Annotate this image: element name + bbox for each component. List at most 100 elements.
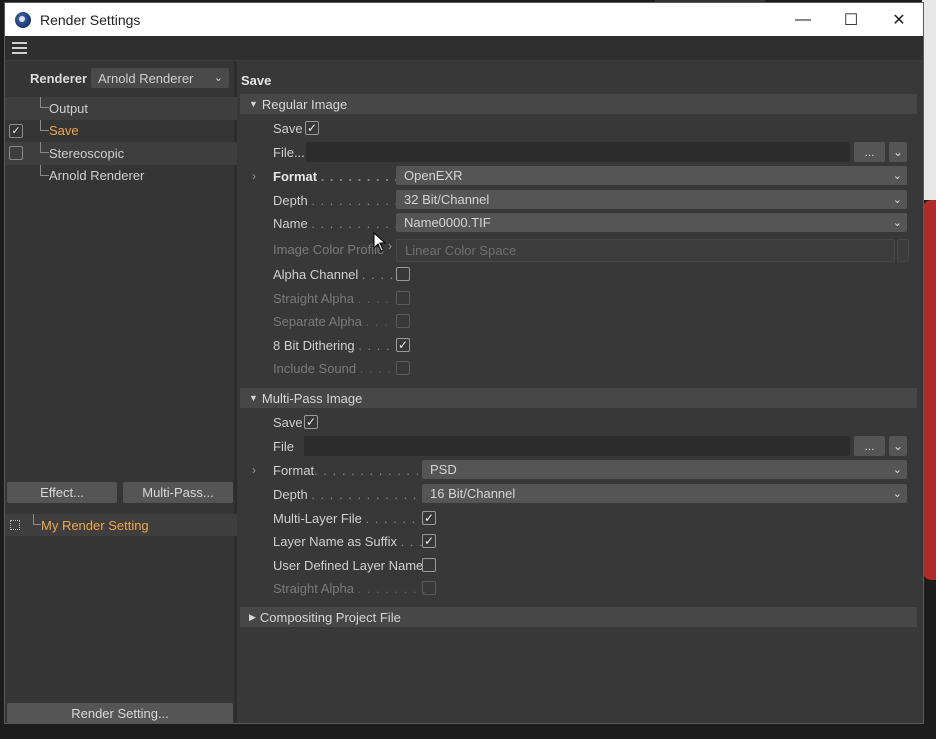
renderer-select[interactable]: Arnold Renderer ⌄ <box>91 68 229 88</box>
regular-depth-select[interactable]: 32 Bit/Channel ⌄ <box>396 190 907 209</box>
regular-alpha-checkbox[interactable] <box>396 267 410 281</box>
tree-item-label: Save <box>49 123 79 139</box>
regular-separate-alpha-checkbox <box>396 314 410 328</box>
multipass-user-defined-label: User Defined Layer Name <box>273 558 424 573</box>
render-setting-button[interactable]: Render Setting... <box>7 703 233 724</box>
regular-name-label: Name . . . . . . . . . . <box>273 216 399 231</box>
group-header-compositing-project-file[interactable]: ▶ Compositing Project File <box>240 607 917 627</box>
tree-checkbox-stereoscopic[interactable] <box>9 146 23 161</box>
regular-dithering-label: 8 Bit Dithering . . . . <box>273 338 391 353</box>
tree-checkbox-save[interactable]: ✓ <box>9 123 23 138</box>
settings-sidebar: Renderer Arnold Renderer ⌄ Output ✓ Save <box>5 61 237 724</box>
multipass-format-value: PSD <box>430 462 457 477</box>
window-title: Render Settings <box>40 11 141 28</box>
multipass-straight-alpha-label: Straight Alpha . . . . . . . . <box>273 581 427 596</box>
tree-connector <box>40 142 49 153</box>
render-setting-item[interactable]: My Render Setting <box>5 514 237 536</box>
multipass-format-select[interactable]: PSD ⌄ <box>422 460 907 479</box>
chevron-down-icon: ⌄ <box>892 488 902 500</box>
tree-connector <box>40 119 49 131</box>
chevron-down-icon: ⌄ <box>892 464 902 476</box>
mouse-cursor-icon <box>373 232 387 252</box>
render-setting-icon <box>10 520 20 530</box>
regular-name-value: Name0000.TIF <box>404 215 491 230</box>
chevron-down-icon: ⌄ <box>892 170 902 182</box>
regular-file-input[interactable] <box>306 142 850 162</box>
multipass-button[interactable]: Multi-Pass... <box>123 482 233 503</box>
settings-tree: Output ✓ Save Stereoscopic Arnold Render… <box>5 97 237 187</box>
multipass-file-options-button[interactable]: ⌄ <box>889 436 907 456</box>
hamburger-menu-icon[interactable] <box>12 42 27 54</box>
multipass-file-input[interactable] <box>304 436 850 456</box>
collapse-triangle-icon: ▼ <box>249 393 258 403</box>
renderer-select-value: Arnold Renderer <box>98 70 194 86</box>
regular-color-profile-label: Image Color Profile <box>273 242 385 257</box>
minimize-button[interactable]: — <box>779 3 827 36</box>
multipass-save-checkbox[interactable]: ✓ <box>304 415 318 429</box>
chevron-right-icon[interactable]: › <box>252 463 256 477</box>
multipass-file-browse-button[interactable]: ... <box>854 436 885 456</box>
regular-color-profile-value: Linear Color Space <box>405 243 517 258</box>
render-setting-name: My Render Setting <box>41 517 149 533</box>
renderer-row: Renderer Arnold Renderer ⌄ <box>5 68 237 88</box>
regular-straight-alpha-label: Straight Alpha . . . . <box>273 291 390 306</box>
maximize-button[interactable]: ☐ <box>827 3 875 36</box>
tree-connector <box>40 97 49 108</box>
regular-format-label: Format . . . . . . . . . <box>273 169 400 184</box>
settings-panel: Save ▼ Regular Image Save ✓ File... ... … <box>237 61 923 723</box>
tree-item-label: Output <box>49 100 89 116</box>
background-window-edge <box>922 0 936 200</box>
chevron-down-icon: ⌄ <box>892 439 904 453</box>
tree-item-label: Arnold Renderer <box>49 168 145 184</box>
menu-bar <box>5 36 923 60</box>
multipass-multilayer-checkbox[interactable]: ✓ <box>422 511 436 525</box>
effect-button[interactable]: Effect... <box>7 482 117 503</box>
multipass-file-label: File <box>273 439 294 454</box>
multipass-depth-select[interactable]: 16 Bit/Channel ⌄ <box>422 484 907 503</box>
regular-separate-alpha-label: Separate Alpha . . . <box>273 314 389 329</box>
multipass-format-label: Format. . . . . . . . . . . . . . <box>273 463 439 478</box>
chevron-down-icon: ⌄ <box>892 217 902 229</box>
tree-connector <box>33 514 41 525</box>
regular-file-options-button[interactable]: ⌄ <box>889 142 907 162</box>
tree-item-save[interactable]: ✓ Save <box>5 119 237 143</box>
regular-depth-label: Depth . . . . . . . . . . <box>273 193 399 208</box>
regular-dithering-checkbox[interactable]: ✓ <box>396 338 410 352</box>
group-header-label: Compositing Project File <box>259 609 401 625</box>
tree-item-label: Stereoscopic <box>49 145 125 161</box>
regular-color-profile-select: Linear Color Space <box>396 239 895 262</box>
regular-name-select[interactable]: Name0000.TIF ⌄ <box>396 213 907 232</box>
tree-item-stereoscopic[interactable]: Stereoscopic <box>5 142 237 165</box>
regular-format-select[interactable]: OpenEXR ⌄ <box>396 166 907 185</box>
regular-depth-value: 32 Bit/Channel <box>404 192 490 207</box>
multipass-suffix-label: Layer Name as Suffix . . . <box>273 534 424 549</box>
cinema4d-app-icon <box>15 11 31 28</box>
multipass-multilayer-label: Multi-Layer File . . . . . . . <box>273 511 426 526</box>
chevron-right-icon: › <box>388 239 392 253</box>
chevron-right-icon[interactable]: › <box>252 169 256 183</box>
regular-file-label: File... <box>273 145 305 160</box>
chevron-down-icon: ⌄ <box>892 145 904 159</box>
regular-save-checkbox[interactable]: ✓ <box>305 121 319 135</box>
collapse-triangle-icon: ▼ <box>249 99 258 109</box>
regular-file-browse-button[interactable]: ... <box>854 142 885 162</box>
expand-triangle-icon: ▶ <box>249 611 256 622</box>
tree-item-output[interactable]: Output <box>5 97 237 120</box>
multipass-suffix-checkbox[interactable]: ✓ <box>422 534 436 548</box>
group-header-label: Multi-Pass Image <box>261 390 363 406</box>
tree-item-arnold-renderer[interactable]: Arnold Renderer <box>5 164 237 188</box>
section-title: Save <box>241 73 272 88</box>
multipass-user-defined-checkbox[interactable] <box>422 558 436 572</box>
chevron-down-icon: ⌄ <box>892 194 902 206</box>
render-settings-window: Render Settings — ☐ ✕ Renderer Arnold Re… <box>4 2 924 724</box>
renderer-label: Renderer <box>30 70 88 86</box>
multipass-depth-label: Depth . . . . . . . . . . . . . . . <box>273 487 446 502</box>
close-button[interactable]: ✕ <box>875 3 923 36</box>
group-header-multipass-image[interactable]: ▼ Multi-Pass Image <box>240 388 917 408</box>
title-bar[interactable]: Render Settings — ☐ ✕ <box>5 3 923 36</box>
regular-format-value: OpenEXR <box>404 168 463 183</box>
multipass-straight-alpha-checkbox <box>422 581 436 595</box>
regular-sound-label: Include Sound . . . . <box>273 361 393 376</box>
group-header-regular-image[interactable]: ▼ Regular Image <box>240 94 917 114</box>
multipass-depth-value: 16 Bit/Channel <box>430 486 516 501</box>
